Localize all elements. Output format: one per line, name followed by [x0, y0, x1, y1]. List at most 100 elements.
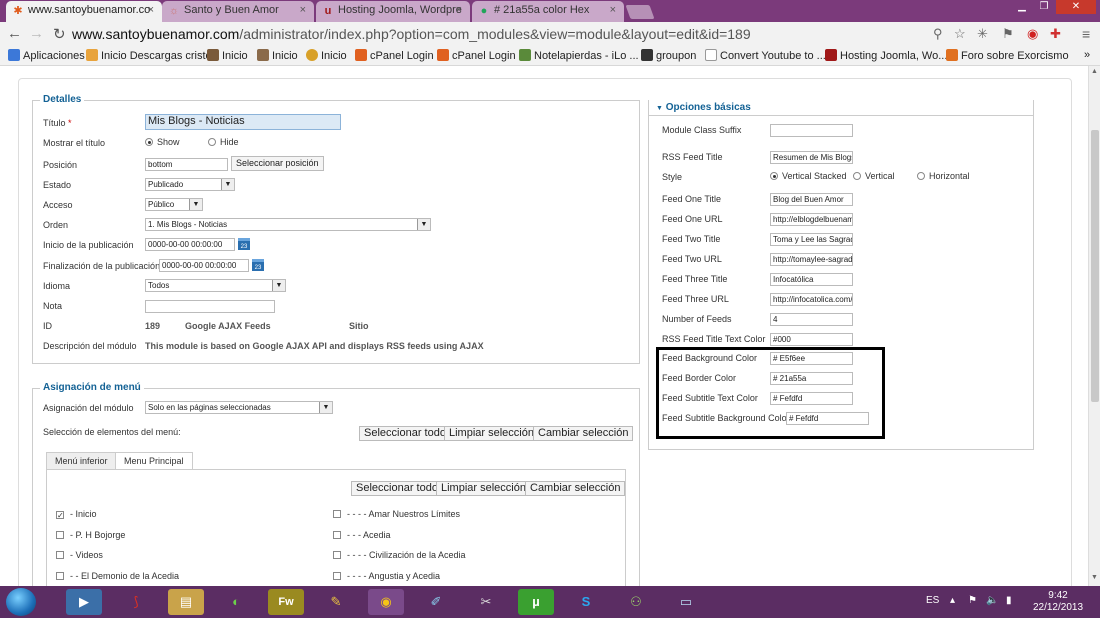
style-vertical-radio[interactable]: Vertical [853, 171, 895, 181]
tab-menu-principal[interactable]: Menu Principal [115, 452, 193, 469]
style-horizontal-radio[interactable]: Horizontal [917, 171, 970, 181]
network-icon[interactable]: ⚇ [618, 589, 654, 615]
acrobat-icon[interactable]: ⟆ [118, 589, 154, 615]
cambiar-seleccion-button[interactable]: Cambiar selección [525, 481, 626, 496]
bookmark-item[interactable]: Inicio [207, 49, 248, 62]
asignacion-modulo-select[interactable]: Solo en las páginas seleccionadas ▼ [145, 401, 333, 414]
rss-feed-title-input[interactable]: Resumen de Mis Blogs [770, 151, 853, 164]
network-status-icon[interactable]: ▮ [1006, 595, 1012, 606]
window-close-icon[interactable]: ✕ [1056, 0, 1096, 14]
menu-item-ph-bojorge[interactable]: - P. H Bojorge [56, 530, 125, 540]
menu-item-videos[interactable]: - Videos [56, 550, 103, 560]
opciones-legend[interactable]: ▼ Opciones básicas [653, 102, 754, 113]
feed-two-url-input[interactable]: http://tomaylee-sagradas [770, 253, 853, 266]
chrome-icon[interactable]: ◉ [368, 589, 404, 615]
limpiar-seleccion-button[interactable]: Limpiar selección [444, 426, 539, 441]
system-clock[interactable]: 9:42 22/12/2013 [1030, 590, 1086, 614]
start-button[interactable] [6, 588, 36, 616]
bookmark-item[interactable]: cPanel Login [355, 49, 434, 62]
tab-santoybuenamor[interactable]: ✱ www.santoybuenamor.co × [6, 1, 162, 22]
idioma-select[interactable]: Todos ▼ [145, 279, 286, 292]
reload-icon[interactable]: ↻ [53, 25, 66, 43]
hide-radio[interactable]: Hide [208, 137, 239, 147]
calendar-icon[interactable]: 23 [252, 259, 264, 271]
volume-icon[interactable]: 🔈 [986, 595, 998, 606]
acceso-select[interactable]: Público ▼ [145, 198, 203, 211]
page-scrollbar[interactable]: ▲ ▼ [1088, 66, 1100, 586]
style-vertical-stacked-radio[interactable]: Vertical Stacked [770, 171, 847, 181]
media-player-icon[interactable]: ▶ [66, 589, 102, 615]
back-icon[interactable]: ← [7, 25, 22, 42]
tab-santo-buen-amor[interactable]: ☼ Santo y Buen Amor × [162, 1, 314, 22]
bookmark-item[interactable]: Inicio Descargas cristo [86, 49, 212, 62]
minimize-icon[interactable]: ▁ [1012, 0, 1032, 14]
skype-icon[interactable]: S [568, 589, 604, 615]
extension-icon[interactable]: ⚑ [1002, 26, 1014, 42]
posicion-input[interactable]: bottom [145, 158, 228, 171]
flag-icon[interactable]: ⚑ [968, 595, 977, 606]
search-icon[interactable]: ⚲ [933, 26, 943, 42]
opera-icon[interactable]: ◉ [1027, 26, 1038, 42]
number-of-feeds-input[interactable]: 4 [770, 313, 853, 326]
maximize-icon[interactable]: ❐ [1034, 0, 1054, 14]
feed-one-url-input[interactable]: http://elblogdelbuenamor [770, 213, 853, 226]
tab-hosting-joomla[interactable]: u Hosting Joomla, Wordpre × [316, 1, 470, 22]
close-icon[interactable]: × [610, 4, 616, 16]
bookmark-item[interactable]: cPanel Login [437, 49, 516, 62]
extension-icon[interactable]: ✚ [1050, 26, 1061, 42]
seleccionar-posicion-button[interactable]: Seleccionar posición [231, 156, 324, 171]
paint-icon[interactable]: ✎ [318, 589, 354, 615]
menu-item-acedia[interactable]: - - - Acedia [333, 530, 391, 540]
forward-icon[interactable]: → [29, 25, 44, 42]
menu-item-angustia-acedia[interactable]: - - - - Angustia y Acedia [333, 571, 440, 581]
cambiar-seleccion-button[interactable]: Cambiar selección [533, 426, 634, 441]
calendar-icon[interactable]: 23 [238, 238, 250, 250]
feed-one-title-input[interactable]: Blog del Buen Amor [770, 193, 853, 206]
bookmark-item[interactable]: Hosting Joomla, Wo... [825, 49, 947, 62]
estado-select[interactable]: Publicado ▼ [145, 178, 235, 191]
tab-menu-inferior[interactable]: Menú inferior [46, 452, 117, 469]
seleccionar-todo-button[interactable]: Seleccionar todo [359, 426, 451, 441]
menu-item-inicio[interactable]: ✓ - Inicio [56, 509, 97, 520]
fireworks-icon[interactable]: Fw [268, 589, 304, 615]
windows-explorer-icon[interactable]: ▤ [168, 589, 204, 615]
feed-three-title-input[interactable]: Infocatólica [770, 273, 853, 286]
bookmark-item[interactable]: Foro sobre Exorcismo [946, 49, 1069, 62]
show-hidden-icons-icon[interactable]: ▴ [950, 595, 955, 606]
sniper-icon[interactable]: ✂ [468, 589, 504, 615]
menu-item-demonio-acedia[interactable]: - - El Demonio de la Acedia [56, 571, 179, 581]
security-icon[interactable]: ◐ [218, 589, 254, 615]
new-tab-button[interactable] [625, 5, 655, 19]
scrollbar-thumb[interactable] [1091, 130, 1099, 402]
bookmark-item[interactable]: Convert Youtube to ... [705, 49, 826, 62]
more-bookmarks-icon[interactable]: » [1084, 49, 1090, 61]
utorrent-icon[interactable]: µ [518, 589, 554, 615]
extension-icon[interactable]: ✳ [977, 26, 988, 42]
language-indicator[interactable]: ES [926, 595, 939, 606]
menu-icon[interactable]: ≡ [1082, 26, 1090, 42]
notepad-icon[interactable]: ▭ [668, 589, 704, 615]
scroll-down-icon[interactable]: ▼ [1091, 574, 1098, 581]
show-radio[interactable]: Show [145, 137, 180, 147]
menu-item-amar-limites[interactable]: - - - - Amar Nuestros Límites [333, 509, 460, 519]
bookmark-item[interactable]: Notelapierdas - iLo ... [519, 49, 639, 62]
limpiar-seleccion-button[interactable]: Limpiar selección [436, 481, 531, 496]
bookmark-item[interactable]: Inicio [306, 49, 347, 62]
tab-color-hex[interactable]: ● # 21a55a color Hex × [472, 1, 624, 22]
seleccionar-todo-button[interactable]: Seleccionar todo [351, 481, 443, 496]
address-bar[interactable]: www.santoybuenamor.com/administrator/ind… [72, 24, 952, 45]
bookmark-item[interactable]: Inicio [257, 49, 298, 62]
close-icon[interactable]: × [456, 4, 462, 16]
orden-select[interactable]: 1. Mis Blogs - Noticias ▼ [145, 218, 431, 231]
bookmark-star-icon[interactable]: ☆ [954, 26, 966, 42]
bookmark-item[interactable]: Aplicaciones [8, 49, 85, 62]
module-class-suffix-input[interactable] [770, 124, 853, 137]
menu-item-civilizacion-acedia[interactable]: - - - - Civilización de la Acedia [333, 550, 466, 560]
titulo-input[interactable]: Mis Blogs - Noticias [145, 114, 341, 130]
rss-title-text-color-input[interactable]: #000 [770, 333, 853, 346]
feed-three-url-input[interactable]: http://infocatolica.com/ [770, 293, 853, 306]
wordpad-icon[interactable]: ✐ [418, 589, 454, 615]
scroll-up-icon[interactable]: ▲ [1091, 68, 1098, 75]
feed-two-title-input[interactable]: Toma y Lee las Sagradas [770, 233, 853, 246]
inicio-publicacion-input[interactable]: 0000-00-00 00:00:00 [145, 238, 235, 251]
